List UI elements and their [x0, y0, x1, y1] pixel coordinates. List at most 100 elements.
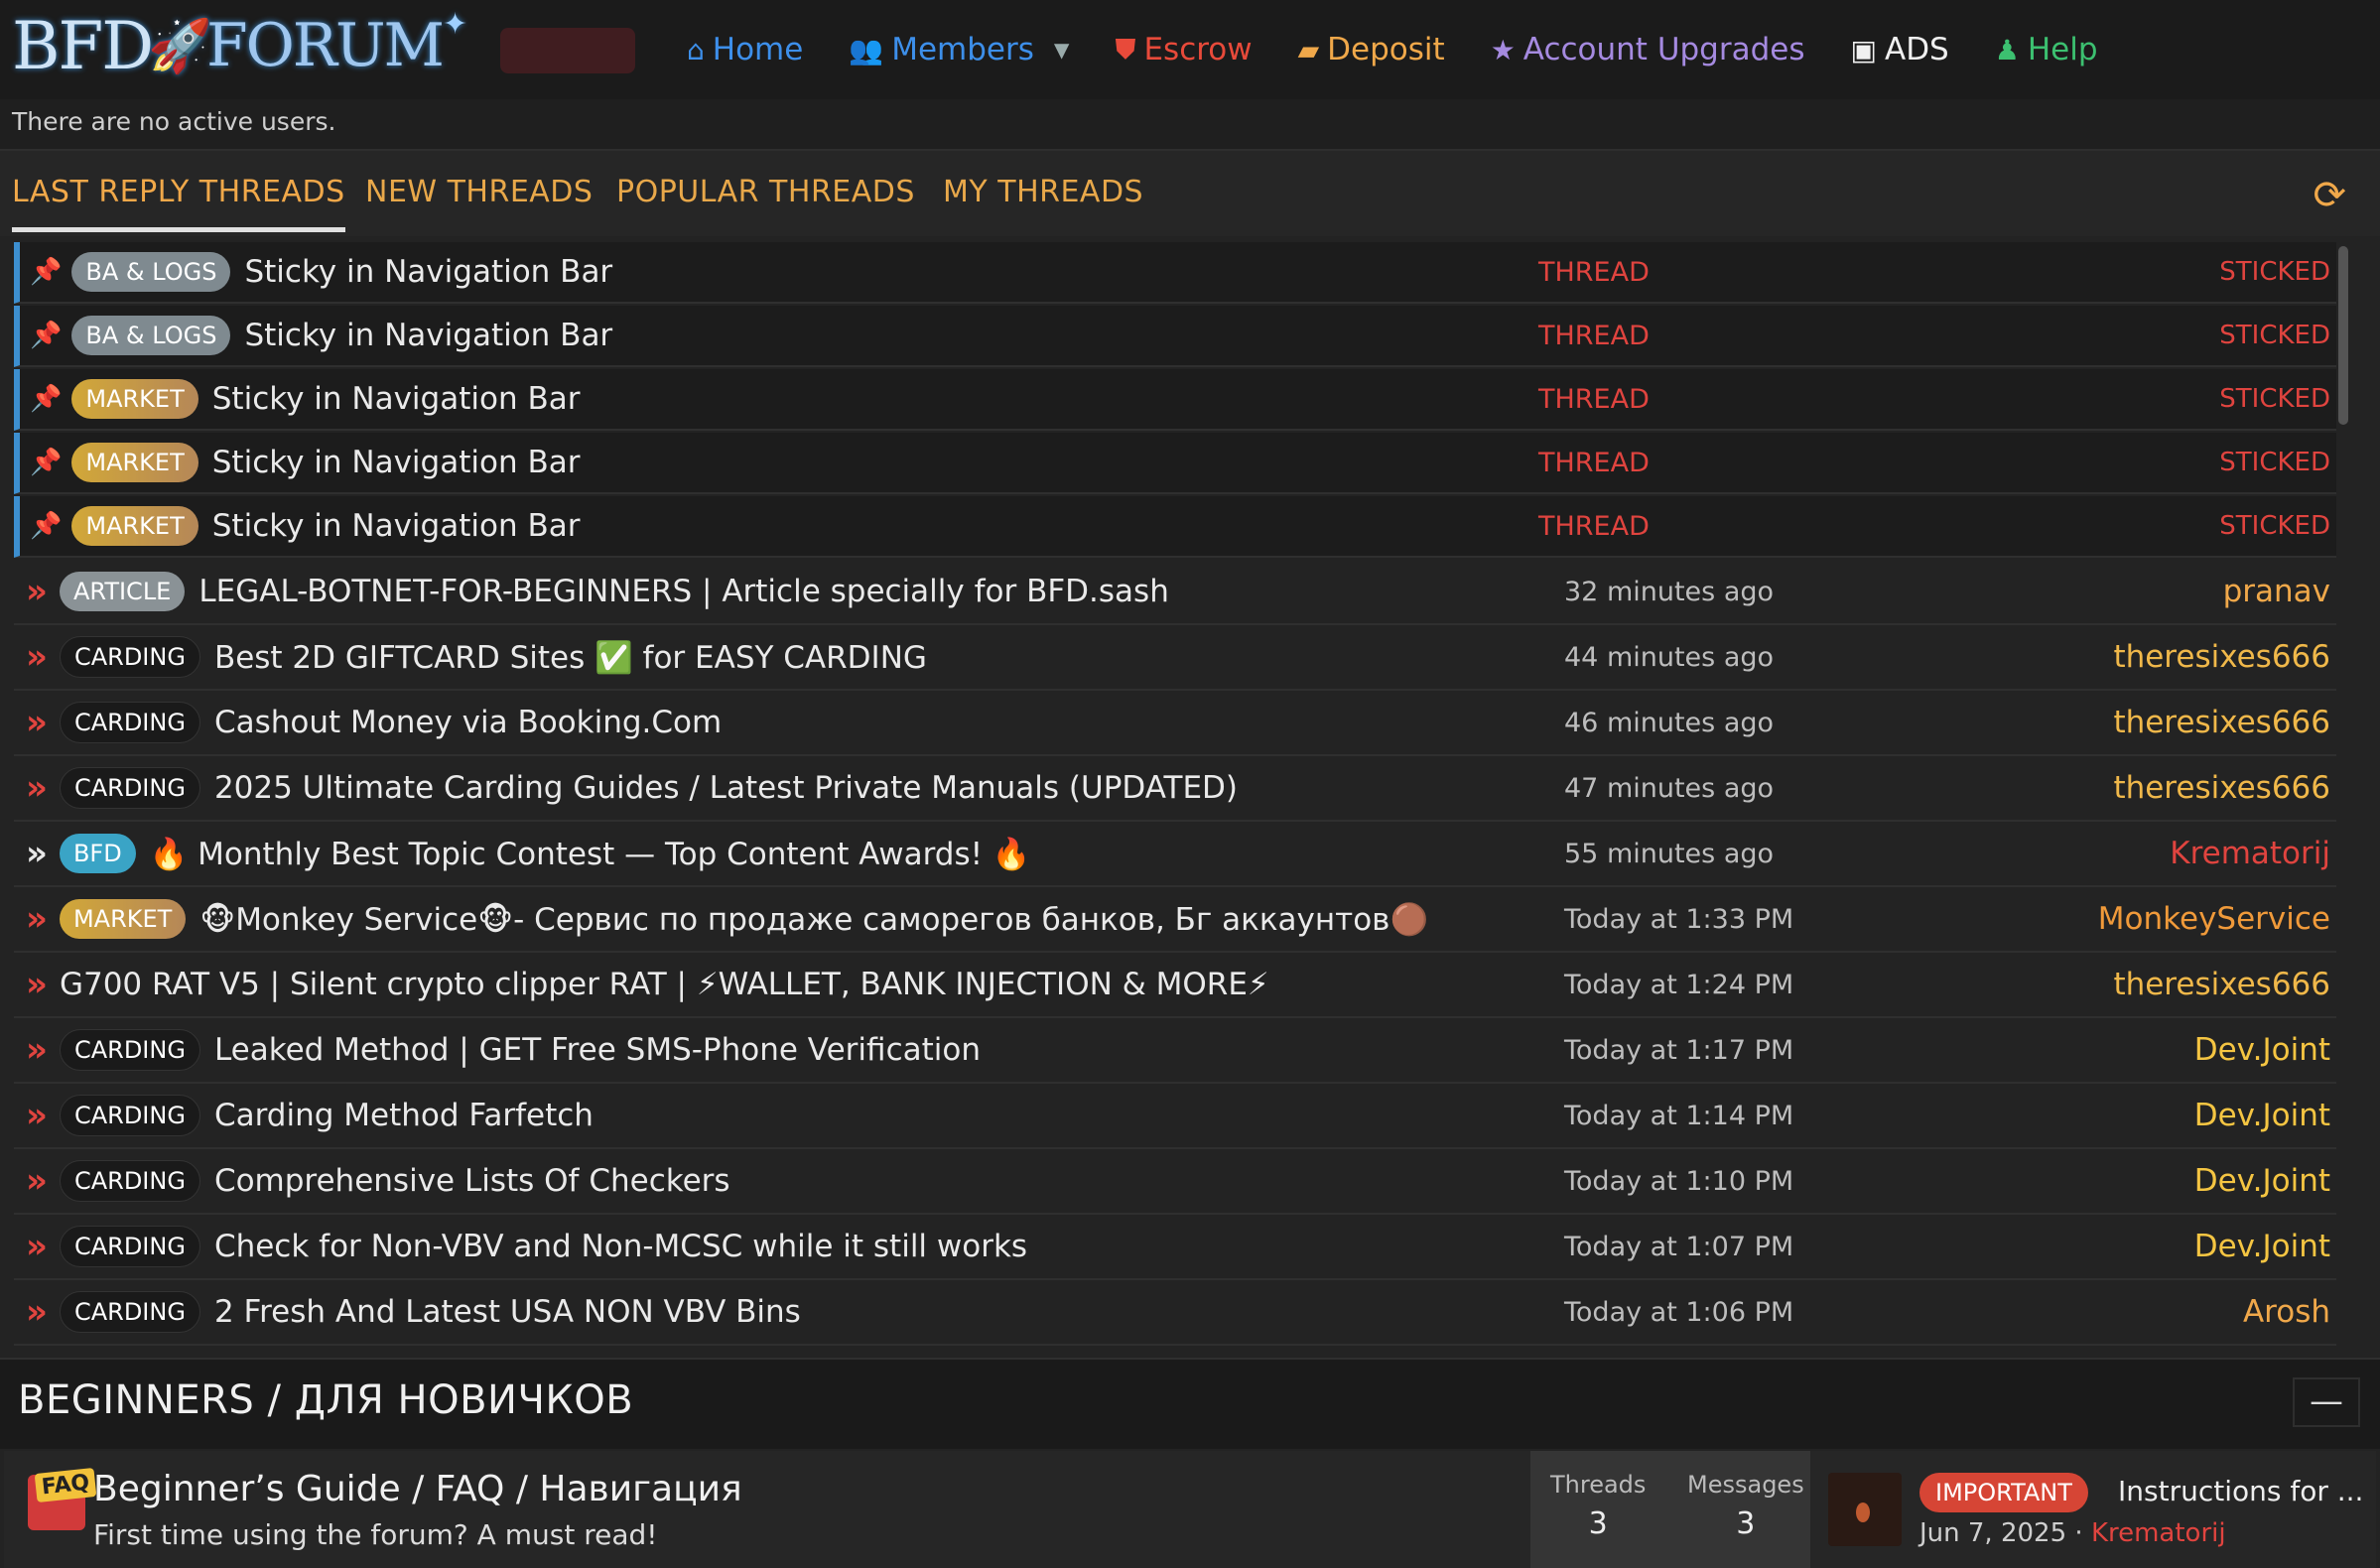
thread-title[interactable]: 2 Fresh And Latest USA NON VBV Bins — [214, 1294, 801, 1330]
thread-prefix-badge[interactable]: CARDING — [59, 1291, 200, 1333]
pin-icon: 📌 — [30, 448, 63, 477]
thread-row[interactable]: » CARDING 2 Fresh And Latest USA NON VBV B… — [14, 1280, 2336, 1346]
nav-label: Account Upgrades — [1522, 32, 1805, 67]
thread-author[interactable]: Dev.Joint — [2194, 1032, 2330, 1068]
users-icon: 👥 — [849, 33, 884, 66]
thread-list-scrollbar[interactable] — [2338, 246, 2348, 425]
thread-prefix-badge[interactable]: BA & LOGS — [71, 252, 231, 292]
thread-author[interactable]: Dev.Joint — [2194, 1229, 2330, 1264]
tab-last-reply[interactable]: LAST REPLY THREADS — [12, 175, 345, 209]
messages-count: 3 — [1736, 1506, 1756, 1541]
last-post-title[interactable]: Instructions for ... — [2118, 1475, 2363, 1507]
thread-row[interactable]: » BFD 🔥 Monthly Best Topic Contest — Top C… — [14, 822, 2336, 887]
logo-text-forum: FORUM — [205, 11, 445, 80]
thread-row[interactable]: » CARDING Carding Method Farfetch Today at … — [14, 1084, 2336, 1149]
collapse-button[interactable]: — — [2293, 1377, 2360, 1427]
thread-title[interactable]: 🔥 Monthly Best Topic Contest — Top Conte… — [150, 836, 1031, 872]
thread-author[interactable]: MonkeyService — [2098, 901, 2330, 937]
thread-type-label: THREAD — [1538, 320, 1650, 351]
nav-help[interactable]: ♟ Help — [1995, 32, 2098, 67]
sticky-thread-row[interactable]: 📌 BA & LOGS Sticky in Navigation Bar THREAD… — [14, 306, 2336, 367]
thread-author[interactable]: theresixes666 — [2113, 967, 2330, 1002]
thread-author[interactable]: Dev.Joint — [2194, 1163, 2330, 1199]
thread-author[interactable]: Dev.Joint — [2194, 1098, 2330, 1133]
nav-account-upgrades[interactable]: ★ Account Upgrades — [1491, 32, 1805, 67]
thread-title[interactable]: Sticky in Navigation Bar — [212, 381, 581, 417]
thread-row[interactable]: » CARDING Best 2D GIFTCARD Sites ✅ for EAS… — [14, 625, 2336, 691]
thread-title[interactable]: LEGAL-BOTNET-FOR-BEGINNERS | Article spe… — [198, 574, 1168, 609]
thread-row[interactable]: » CARDING Leaked Method | GET Free SMS-Pho… — [14, 1018, 2336, 1084]
double-chevron-right-icon: » — [26, 703, 48, 742]
thread-title[interactable]: Check for Non-VBV and Non-MCSC while it … — [214, 1229, 1027, 1264]
thread-prefix-badge[interactable]: CARDING — [59, 767, 200, 809]
thread-title[interactable]: Sticky in Navigation Bar — [244, 254, 612, 290]
thread-author[interactable]: theresixes666 — [2113, 639, 2330, 675]
thread-prefix-badge[interactable]: MARKET — [71, 506, 198, 546]
thread-prefix-badge[interactable]: MARKET — [71, 379, 198, 419]
thread-prefix-badge[interactable]: CARDING — [59, 1160, 200, 1202]
nav-ads[interactable]: ▣ ADS — [1851, 32, 1949, 67]
forum-logo[interactable]: BFD 🚀 FORUM ✦ — [12, 6, 467, 85]
thread-prefix-badge[interactable]: ARTICLE — [59, 572, 186, 611]
double-chevron-right-icon: » — [26, 768, 48, 808]
nav-home[interactable]: ⌂ Home — [687, 32, 803, 67]
thread-prefix-badge[interactable]: MARKET — [71, 443, 198, 482]
thread-row[interactable]: » G700 RAT V5 | Silent crypto clipper RAT… — [14, 953, 2336, 1018]
thread-prefix-badge[interactable]: MARKET — [59, 899, 187, 939]
sparkle-icon: ✦ — [442, 6, 467, 42]
sticky-thread-row[interactable]: 📌 BA & LOGS Sticky in Navigation Bar THREAD… — [14, 242, 2336, 304]
thread-author[interactable]: Arosh — [2243, 1294, 2330, 1330]
thread-title[interactable]: Comprehensive Lists Of Checkers — [214, 1163, 730, 1199]
thread-row[interactable]: » CARDING Cashout Money via Booking.Com 46 … — [14, 691, 2336, 756]
thread-prefix-badge[interactable]: CARDING — [59, 702, 200, 743]
thread-title[interactable]: Leaked Method | GET Free SMS-Phone Verif… — [214, 1032, 981, 1068]
nav-escrow[interactable]: ⛊ Escrow — [1115, 32, 1252, 67]
tab-my-threads[interactable]: MY THREADS — [943, 175, 1143, 209]
banner-thumbnail[interactable] — [500, 28, 635, 73]
sticky-thread-row[interactable]: 📌 MARKET Sticky in Navigation Bar THREAD STI… — [14, 433, 2336, 494]
forum-name-link[interactable]: Beginner’s Guide / FAQ / Навигация — [93, 1469, 742, 1509]
thread-prefix-badge[interactable]: CARDING — [59, 1095, 200, 1136]
thread-title[interactable]: Cashout Money via Booking.Com — [214, 705, 722, 740]
chevron-down-icon[interactable]: ▾ — [1054, 32, 1070, 67]
thread-title[interactable]: Sticky in Navigation Bar — [244, 318, 612, 353]
thread-prefix-badge[interactable]: CARDING — [59, 636, 200, 678]
nav-deposit[interactable]: ▰ Deposit — [1298, 32, 1445, 67]
thread-title[interactable]: Sticky in Navigation Bar — [212, 508, 581, 544]
avatar[interactable] — [1828, 1473, 1902, 1546]
thread-title[interactable]: Carding Method Farfetch — [214, 1098, 594, 1133]
wallet-icon: ▰ — [1297, 33, 1320, 66]
thread-author[interactable]: Krematorij — [2170, 836, 2330, 871]
last-post-date[interactable]: Jun 7, 2025 — [1919, 1518, 2066, 1548]
nav-members[interactable]: 👥 Members ▾ — [849, 32, 1069, 67]
thread-list: 📌 BA & LOGS Sticky in Navigation Bar THREAD… — [14, 242, 2336, 1346]
thread-prefix-badge[interactable]: BA & LOGS — [71, 316, 231, 355]
thread-author[interactable]: theresixes666 — [2113, 705, 2330, 740]
thread-prefix-badge[interactable]: CARDING — [59, 1226, 200, 1267]
threads-count: 3 — [1588, 1506, 1608, 1541]
thread-title[interactable]: Sticky in Navigation Bar — [212, 445, 581, 480]
thread-row[interactable]: » CARDING Check for Non-VBV and Non-MCSC w… — [14, 1215, 2336, 1280]
ad-icon: ▣ — [1850, 33, 1877, 66]
tab-popular-threads[interactable]: POPULAR THREADS — [616, 175, 915, 209]
thread-time: Today at 1:17 PM — [1564, 1034, 1794, 1066]
thread-row[interactable]: » ARTICLE LEGAL-BOTNET-FOR-BEGINNERS | Art… — [14, 560, 2336, 625]
thread-title[interactable]: G700 RAT V5 | Silent crypto clipper RAT … — [60, 967, 1269, 1002]
thread-title[interactable]: 🐵Monkey Service🐵- Сервис по продаже само… — [199, 901, 1428, 938]
sticky-thread-row[interactable]: 📌 MARKET Sticky in Navigation Bar THREAD STI… — [14, 369, 2336, 431]
thread-time: 44 minutes ago — [1564, 641, 1775, 673]
thread-row[interactable]: » MARKET 🐵Monkey Service🐵- Сервис по прода… — [14, 887, 2336, 953]
thread-prefix-badge[interactable]: BFD — [59, 834, 136, 873]
thread-author[interactable]: pranav — [2223, 574, 2330, 609]
thread-row[interactable]: » CARDING 2025 Ultimate Carding Guides / L… — [14, 756, 2336, 822]
thread-title[interactable]: Best 2D GIFTCARD Sites ✅ for EASY CARDIN… — [214, 639, 927, 676]
refresh-icon[interactable]: ⟳ — [2313, 173, 2346, 218]
thread-row[interactable]: » CARDING Comprehensive Lists Of Checkers T… — [14, 1149, 2336, 1215]
last-post-user[interactable]: Krematorij — [2091, 1518, 2226, 1548]
tab-new-threads[interactable]: NEW THREADS — [365, 175, 593, 209]
thread-title[interactable]: 2025 Ultimate Carding Guides / Latest Pr… — [214, 770, 1238, 806]
sticky-thread-row[interactable]: 📌 MARKET Sticky in Navigation Bar THREAD STI… — [14, 496, 2336, 558]
thread-prefix-badge[interactable]: CARDING — [59, 1029, 200, 1071]
double-chevron-right-icon: » — [26, 637, 48, 677]
thread-author[interactable]: theresixes666 — [2113, 770, 2330, 806]
